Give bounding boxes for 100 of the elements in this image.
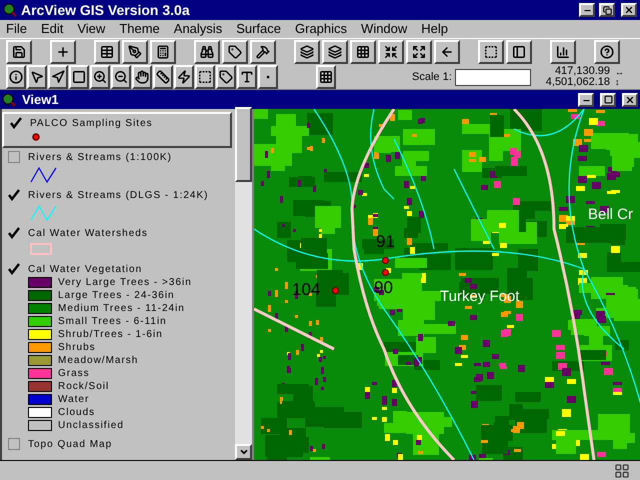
menu-item[interactable]: Help [421, 19, 448, 39]
class-label: Clouds [58, 406, 96, 419]
back-button[interactable] [434, 40, 460, 64]
site-marker-icon[interactable] [382, 257, 389, 264]
menu-item[interactable]: Surface [236, 19, 282, 39]
save-icon [12, 45, 26, 59]
checkbox[interactable] [10, 117, 22, 129]
zoom-in-button[interactable] [90, 65, 110, 89]
theme-entry[interactable]: Rivers & Streams (DLGS - 1:24K) [2, 186, 232, 224]
label-button[interactable] [216, 65, 236, 89]
calculator-button[interactable] [150, 40, 176, 64]
checkbox[interactable] [8, 263, 20, 275]
pointer-button[interactable] [27, 65, 47, 89]
minimize-button[interactable] [578, 92, 594, 106]
close-icon [625, 94, 635, 104]
class-label: Shrubs [58, 341, 96, 354]
window-title: ArcView GIS Version 3.0a [21, 0, 191, 20]
select-box-button[interactable] [69, 65, 89, 89]
close-button[interactable] [622, 92, 638, 106]
dotted-square-button[interactable] [478, 40, 504, 64]
minimize-button[interactable] [579, 3, 595, 17]
checkbox[interactable] [8, 227, 20, 239]
menu-item[interactable]: Window [361, 19, 408, 39]
theme-entry[interactable]: Topo Quad Map [2, 435, 232, 454]
pan-button[interactable] [132, 65, 152, 89]
site-marker-icon[interactable] [382, 269, 389, 276]
scale-field[interactable] [454, 68, 531, 86]
tag-icon [228, 45, 242, 59]
zoom-out-button[interactable] [111, 65, 131, 89]
theme-name: Rivers & Streams (1:100K) [28, 151, 172, 164]
save-button[interactable] [6, 40, 32, 64]
text-button[interactable] [237, 65, 257, 89]
polygon-symbol-icon [30, 243, 52, 255]
expand-button[interactable] [406, 40, 432, 64]
hatch-button[interactable] [316, 65, 336, 89]
info-button[interactable] [6, 65, 26, 89]
horizontal-arrow-icon: ↔ [615, 67, 624, 77]
class-label: Meadow/Marsh [58, 354, 138, 367]
add-button[interactable] [50, 40, 76, 64]
back-icon [440, 45, 454, 59]
theme-entry[interactable]: PALCO Sampling Sites [2, 112, 232, 148]
label-icon [219, 70, 233, 84]
text-icon [240, 70, 254, 84]
close-button[interactable] [621, 3, 637, 17]
checkmark-icon [10, 117, 22, 129]
layers-icon [300, 45, 314, 59]
checkmark-icon [8, 227, 20, 239]
checkmark-icon [8, 263, 20, 275]
theme-entry[interactable]: Cal Water Vegetation Very Large Trees - >36in Large Trees - 24-36in Medium Trees - 11-24in Small Trees - 6-11in Shrub/Trees - 1-6in Shrubs Meadow/Marsh Grass Rock/Soil Water Clouds Unclassified [2, 260, 232, 435]
hatch-icon [319, 70, 333, 84]
menu-item[interactable]: Analysis [174, 19, 222, 39]
shrink-button[interactable] [378, 40, 404, 64]
theme-name: Cal Water Vegetation [28, 263, 144, 276]
table-button[interactable] [94, 40, 120, 64]
layers-button[interactable] [322, 40, 348, 64]
lightning-button[interactable] [174, 65, 194, 89]
scroll-down-button[interactable] [235, 444, 252, 460]
maximize-button[interactable] [600, 92, 616, 106]
chart-button[interactable] [550, 40, 576, 64]
binoculars-button[interactable] [194, 40, 220, 64]
scroll-thumb[interactable] [235, 107, 252, 182]
theme-entry[interactable]: Cal Water Watersheds [2, 224, 232, 260]
tag-button[interactable] [222, 40, 248, 64]
menu-item[interactable]: Edit [40, 19, 64, 39]
help-button[interactable] [594, 40, 620, 64]
checkbox[interactable] [8, 189, 20, 201]
vertex-button[interactable] [48, 65, 68, 89]
class-label: Shrub/Trees - 1-6in [58, 328, 163, 341]
menu-item[interactable]: Theme [119, 19, 160, 39]
theme-name: PALCO Sampling Sites [30, 117, 153, 130]
zigzag-line-icon [30, 167, 58, 183]
checkbox[interactable] [8, 438, 20, 450]
scale-label: Scale 1: [412, 70, 452, 85]
theme-name: Cal Water Watersheds [28, 227, 148, 240]
checkmark-icon [8, 189, 20, 201]
theme-entry[interactable]: Rivers & Streams (1:100K) [2, 148, 232, 186]
grid-icon [356, 45, 370, 59]
layers-button[interactable] [294, 40, 320, 64]
dotted-square-button[interactable] [195, 65, 215, 89]
panel-button[interactable] [506, 40, 532, 64]
restore-button[interactable] [599, 3, 615, 17]
point-button[interactable] [258, 65, 278, 89]
class-label: Medium Trees - 11-24in [58, 302, 185, 315]
layers-icon [328, 45, 342, 59]
checkbox[interactable] [8, 151, 20, 163]
class-label: Small Trees - 6-11in [58, 315, 167, 328]
measure-button[interactable] [153, 65, 173, 89]
lightning-icon [177, 70, 191, 84]
pen-button[interactable] [122, 40, 148, 64]
view-title: View1 [22, 90, 60, 109]
class-label: Large Trees - 24-36in [58, 289, 175, 302]
grid-button[interactable] [350, 40, 376, 64]
scrollbar[interactable] [235, 109, 252, 460]
menu-item[interactable]: File [6, 19, 27, 39]
menu-item[interactable]: View [77, 19, 106, 39]
hammer-button[interactable] [250, 40, 276, 64]
menu-item[interactable]: Graphics [295, 19, 348, 39]
place-label: Bell Cr [588, 207, 634, 222]
add-icon [56, 45, 70, 59]
site-label: 104 [292, 281, 320, 298]
